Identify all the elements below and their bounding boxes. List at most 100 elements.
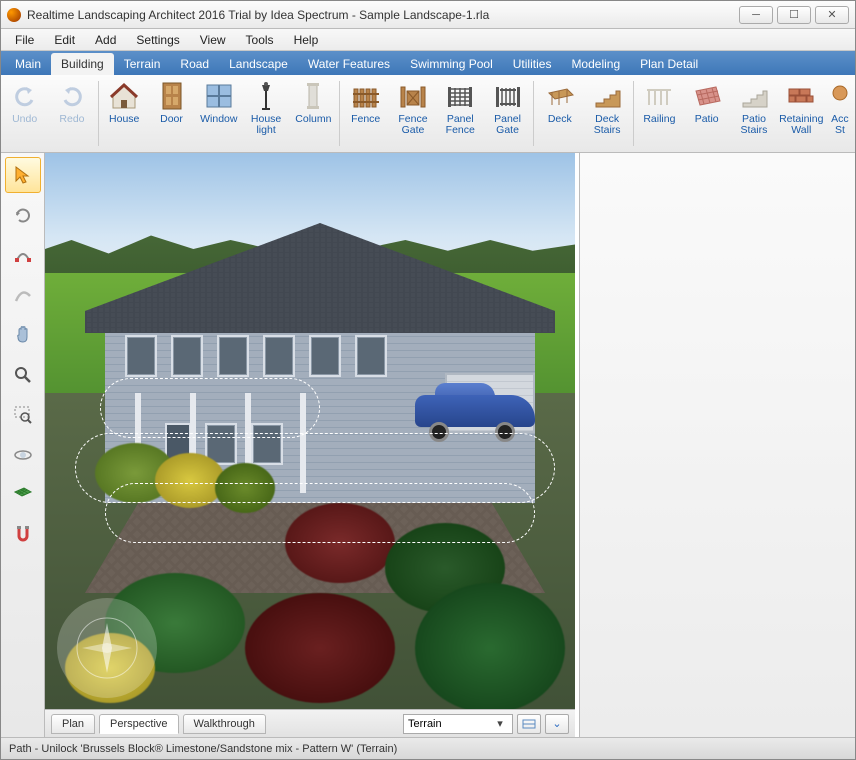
fence-gate-label: Fence Gate	[398, 114, 427, 136]
pan-tool[interactable]	[5, 317, 41, 353]
orbit-tool[interactable]	[5, 437, 41, 473]
house-window	[217, 335, 249, 377]
fence-icon	[351, 81, 381, 111]
window-button[interactable]: Window	[195, 77, 242, 150]
tab-swimming-pool[interactable]: Swimming Pool	[400, 53, 503, 75]
compass-widget[interactable]	[57, 598, 157, 698]
redo-icon	[57, 81, 87, 111]
curve-tool[interactable]	[5, 277, 41, 313]
undo-label: Undo	[12, 114, 37, 125]
tab-landscape[interactable]: Landscape	[219, 53, 298, 75]
panel-fence-label: Panel Fence	[446, 114, 475, 136]
layer-dropdown-value: Terrain	[408, 718, 492, 730]
layer-dropdown[interactable]: Terrain ▾	[403, 714, 513, 734]
accessory-icon	[825, 81, 855, 111]
ribbon-toolbar: Undo Redo House Door Window House light …	[1, 75, 855, 153]
separator	[339, 81, 340, 146]
deck-button[interactable]: Deck	[536, 77, 583, 150]
properties-panel	[579, 153, 855, 737]
patio-stairs-button[interactable]: Patio Stairs	[730, 77, 777, 150]
house-window	[263, 335, 295, 377]
tab-main[interactable]: Main	[5, 53, 51, 75]
retaining-wall-button[interactable]: Retaining Wall	[778, 77, 825, 150]
menu-add[interactable]: Add	[85, 31, 126, 49]
menu-view[interactable]: View	[190, 31, 236, 49]
car-body	[415, 395, 535, 427]
panel-fence-button[interactable]: Panel Fence	[437, 77, 484, 150]
fence-gate-button[interactable]: Fence Gate	[389, 77, 436, 150]
deck-stairs-icon	[592, 81, 622, 111]
window-controls: ─ ☐ ✕	[739, 6, 849, 24]
tab-terrain[interactable]: Terrain	[114, 53, 171, 75]
house-window	[171, 335, 203, 377]
grid-tool[interactable]	[5, 477, 41, 513]
deck-stairs-button[interactable]: Deck Stairs	[583, 77, 630, 150]
fence-button[interactable]: Fence	[342, 77, 389, 150]
viewport[interactable]: Plan Perspective Walkthrough Terrain ▾ ⌄	[45, 153, 579, 737]
status-text: Path - Unilock 'Brussels Block® Limeston…	[9, 743, 397, 755]
edit-points-tool[interactable]	[5, 237, 41, 273]
separator	[533, 81, 534, 146]
door-button[interactable]: Door	[148, 77, 195, 150]
redo-label: Redo	[59, 114, 84, 125]
panel-gate-button[interactable]: Panel Gate	[484, 77, 531, 150]
minimize-button[interactable]: ─	[739, 6, 773, 24]
app-icon	[7, 8, 21, 22]
menu-help[interactable]: Help	[284, 31, 329, 49]
railing-button[interactable]: Railing	[636, 77, 683, 150]
undo-button[interactable]: Undo	[1, 77, 48, 150]
tab-water-features[interactable]: Water Features	[298, 53, 400, 75]
house-light-label: House light	[251, 114, 281, 136]
window-title: Realtime Landscaping Architect 2016 Tria…	[27, 8, 739, 22]
patio-stairs-icon	[739, 81, 769, 111]
tab-plan-detail[interactable]: Plan Detail	[630, 53, 708, 75]
layer-visibility-button[interactable]	[517, 714, 541, 734]
menu-file[interactable]: File	[5, 31, 44, 49]
close-button[interactable]: ✕	[815, 6, 849, 24]
house-label: House	[109, 114, 139, 125]
rotate-tool[interactable]	[5, 197, 41, 233]
house-light-button[interactable]: House light	[242, 77, 289, 150]
select-tool[interactable]	[5, 157, 41, 193]
shrub	[415, 583, 565, 713]
patio-button[interactable]: Patio	[683, 77, 730, 150]
panel-fence-icon	[445, 81, 475, 111]
redo-button[interactable]: Redo	[48, 77, 95, 150]
view-tab-perspective[interactable]: Perspective	[99, 714, 178, 734]
house-icon	[109, 81, 139, 111]
menu-settings[interactable]: Settings	[126, 31, 189, 49]
menu-edit[interactable]: Edit	[44, 31, 85, 49]
upper-windows	[125, 335, 387, 377]
railing-icon	[644, 81, 674, 111]
snap-tool[interactable]	[5, 517, 41, 553]
tab-utilities[interactable]: Utilities	[503, 53, 562, 75]
workarea: Plan Perspective Walkthrough Terrain ▾ ⌄	[1, 153, 855, 737]
column-label: Column	[295, 114, 331, 125]
chevron-down-icon: ▾	[492, 717, 508, 730]
zoom-tool[interactable]	[5, 357, 41, 393]
ribbon-tabstrip: Main Building Terrain Road Landscape Wat…	[1, 51, 855, 75]
door-icon	[157, 81, 187, 111]
selection-outline	[100, 378, 320, 438]
zoom-selection-tool[interactable]	[5, 397, 41, 433]
tab-modeling[interactable]: Modeling	[561, 53, 630, 75]
door-label: Door	[160, 114, 183, 125]
fence-label: Fence	[351, 114, 380, 125]
left-toolbar	[1, 153, 45, 737]
column-button[interactable]: Column	[290, 77, 337, 150]
accessory-button[interactable]: Acc St	[825, 77, 855, 150]
house-button[interactable]: House	[101, 77, 148, 150]
titlebar: Realtime Landscaping Architect 2016 Tria…	[1, 1, 855, 29]
maximize-button[interactable]: ☐	[777, 6, 811, 24]
window-label: Window	[200, 114, 237, 125]
tab-road[interactable]: Road	[170, 53, 219, 75]
tab-building[interactable]: Building	[51, 53, 114, 75]
selection-outline	[105, 483, 535, 543]
house-window	[125, 335, 157, 377]
view-tab-walkthrough[interactable]: Walkthrough	[183, 714, 266, 734]
view-tab-plan[interactable]: Plan	[51, 714, 95, 734]
separator	[633, 81, 634, 146]
undo-icon	[10, 81, 40, 111]
menu-tools[interactable]: Tools	[236, 31, 284, 49]
layer-options-button[interactable]: ⌄	[545, 714, 569, 734]
